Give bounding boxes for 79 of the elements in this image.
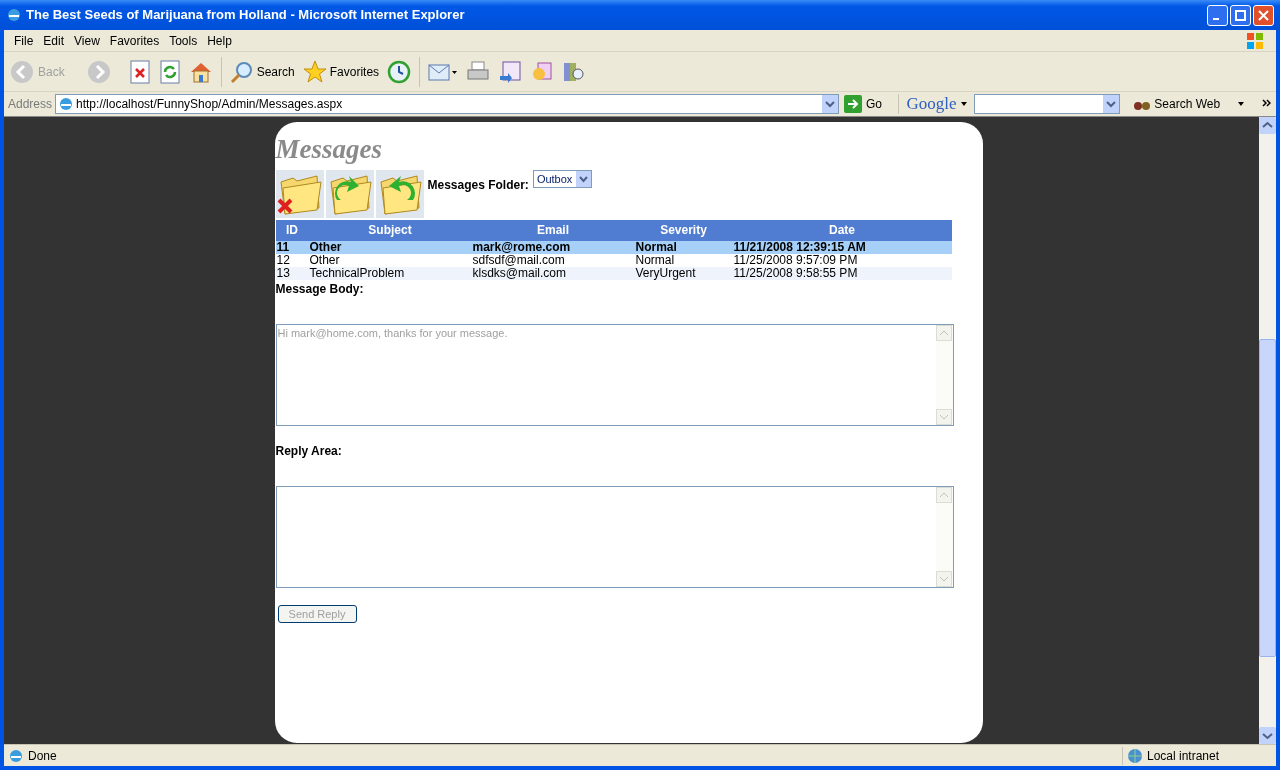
maximize-icon <box>1235 9 1246 21</box>
column-header[interactable]: Date <box>732 224 952 237</box>
menu-item[interactable]: View <box>70 31 104 50</box>
page-heading: Messages <box>275 134 382 164</box>
chevron-icon[interactable] <box>1262 99 1272 109</box>
zone-text: Local intranet <box>1147 747 1220 765</box>
message-body-label: Message Body: <box>275 281 364 298</box>
table-cell-text: VeryUrgent <box>634 267 697 280</box>
table-cell-text: 13 <box>275 267 291 280</box>
address-field[interactable]: http://localhost/FunnyShop/Admin/Messages.aspx <box>55 94 839 114</box>
windows-logo-icon <box>1246 31 1264 50</box>
dropdown-icon[interactable] <box>821 95 838 113</box>
minimize-button[interactable] <box>1207 4 1228 26</box>
close-icon <box>1258 9 1269 21</box>
folder-label: Messages Folder: <box>427 177 529 194</box>
menu-item[interactable]: Favorites <box>105 31 164 50</box>
folder-button[interactable] <box>275 170 324 218</box>
column-header[interactable]: ID <box>275 224 309 237</box>
dropdown-icon <box>576 171 592 187</box>
table-cell-text: 11/25/2008 9:57:09 PM <box>732 254 859 267</box>
table-row[interactable]: 11 Other mark@rome.com Normal 11/21/2008 12:39:15 AM <box>275 241 952 254</box>
search-web-button[interactable]: Search Web <box>1133 95 1221 113</box>
refresh-icon[interactable] <box>158 59 181 84</box>
scroll-down-icon[interactable] <box>1259 727 1276 744</box>
menu-item[interactable]: Help <box>203 31 236 50</box>
stop-icon[interactable] <box>128 59 151 84</box>
folder-select[interactable]: Outbox <box>532 170 593 188</box>
minimize-icon <box>1213 18 1219 20</box>
window-title: The Best Seeds of Marijuana from Holland - Microsoft Internet Explorer <box>26 6 465 25</box>
dropdown-icon[interactable] <box>1103 95 1120 113</box>
table-cell-text: 11/21/2008 12:39:15 AM <box>732 241 867 254</box>
table-cell-text: sdfsdf@mail.com <box>471 254 566 267</box>
table-cell-text: 11 <box>275 241 291 254</box>
close-button[interactable] <box>1253 4 1274 26</box>
folder-button[interactable] <box>375 170 424 218</box>
arrow-right-icon <box>843 95 862 113</box>
status-text: Done <box>28 747 57 765</box>
table-cell-text: 11/25/2008 9:58:55 PM <box>732 267 859 280</box>
table-row[interactable]: 13 TechnicalProblem klsdks@mail.com VeryUrgent 11/25/2008 9:58:55 PM <box>275 267 952 280</box>
search-icon <box>229 59 254 84</box>
maximize-button[interactable] <box>1230 4 1251 26</box>
menu-item[interactable]: File <box>10 31 38 50</box>
column-header[interactable]: Email <box>471 224 635 237</box>
address-label: Address <box>8 96 53 113</box>
scroll-thumb[interactable] <box>1259 339 1276 657</box>
caret-icon[interactable] <box>959 100 968 108</box>
page-icon <box>8 747 24 764</box>
scrollbar[interactable] <box>1259 117 1276 744</box>
menu-item[interactable]: Edit <box>39 31 69 50</box>
table-cell-text: 12 <box>275 254 291 267</box>
favorites-button[interactable]: Favorites <box>302 59 380 84</box>
table-cell-text: Normal <box>634 254 676 267</box>
browser-icon <box>6 7 22 23</box>
scroll-up-icon[interactable] <box>935 487 952 503</box>
go-button[interactable]: Go <box>843 95 896 113</box>
page-icon <box>58 96 75 112</box>
edit-icon[interactable] <box>498 59 523 84</box>
menu-item[interactable]: Tools <box>165 31 202 50</box>
table-cell-text: klsdks@mail.com <box>471 267 568 280</box>
table-cell-text: Other <box>308 254 341 267</box>
column-header[interactable]: Severity <box>634 224 733 237</box>
folder-delete-icon <box>276 172 323 216</box>
table-cell-text: Normal <box>634 241 678 254</box>
search-button[interactable]: Search <box>229 59 295 84</box>
reply-area-label: Reply Area: <box>275 443 342 460</box>
history-icon[interactable] <box>387 59 412 84</box>
star-icon <box>302 59 327 84</box>
caret-icon[interactable] <box>1237 100 1246 108</box>
scroll-down-icon[interactable] <box>935 571 952 587</box>
table-cell-text: mark@rome.com <box>471 241 572 254</box>
google-logo[interactable]: Google <box>906 91 957 117</box>
table-cell-text: Other <box>308 241 343 254</box>
scroll-up-icon[interactable] <box>1259 117 1276 134</box>
folder-button[interactable] <box>325 170 374 218</box>
table-cell-text: TechnicalProblem <box>308 267 406 280</box>
reply-field[interactable] <box>275 486 954 588</box>
google-search-field[interactable] <box>974 94 1121 114</box>
globe-icon <box>1127 747 1143 764</box>
column-header[interactable]: Subject <box>308 224 472 237</box>
